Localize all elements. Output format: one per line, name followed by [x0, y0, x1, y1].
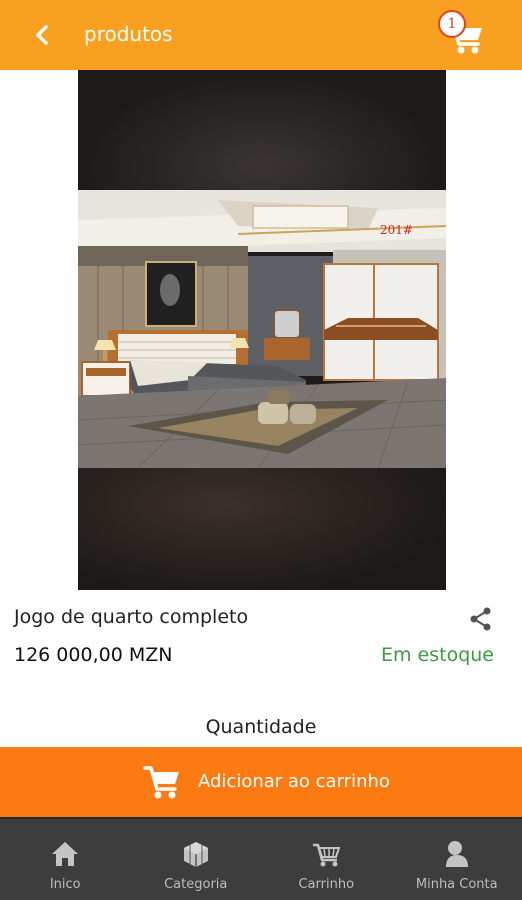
nav-item-home[interactable]: Inico	[0, 819, 131, 900]
bottom-nav: Inico Categoria Carrinho Minha Conta	[0, 817, 522, 900]
product-image: 201#	[78, 70, 446, 590]
chevron-left-icon	[36, 25, 48, 45]
share-button[interactable]	[468, 606, 494, 632]
product-name: Jogo de quarto completo	[14, 606, 249, 628]
nav-item-account[interactable]: Minha Conta	[392, 819, 522, 900]
cube-icon	[183, 842, 208, 867]
cart-count-badge: 1	[438, 10, 466, 38]
nav-item-cart[interactable]: Carrinho	[261, 819, 392, 900]
image-model-label: 201#	[380, 223, 413, 237]
cart-button[interactable]: 1	[438, 10, 488, 60]
add-to-cart-label: Adicionar ao carrinho	[198, 771, 390, 792]
nav-label-account: Minha Conta	[415, 877, 498, 892]
product-price: 126 000,00 MZN	[14, 644, 173, 666]
bedroom-photo: 201#	[78, 190, 446, 468]
home-icon	[52, 842, 79, 866]
cart-icon	[143, 766, 179, 799]
image-blur-top	[78, 70, 446, 190]
nav-label-category: Categoria	[164, 877, 228, 892]
user-icon	[445, 841, 468, 867]
app-header: produtos 1	[0, 0, 522, 70]
page-title: produtos	[84, 22, 173, 46]
quantity-label: Quantidade	[205, 716, 317, 738]
add-to-cart-button[interactable]: Adicionar ao carrinho	[0, 747, 522, 817]
image-blur-bottom	[78, 468, 446, 590]
basket-icon	[313, 843, 341, 867]
back-button[interactable]	[28, 20, 58, 50]
nav-label-cart: Carrinho	[298, 877, 355, 892]
nav-label-home: Inico	[49, 877, 81, 892]
stock-status: Em estoque	[380, 644, 494, 666]
share-icon	[470, 607, 491, 631]
nav-item-category[interactable]: Categoria	[131, 819, 262, 900]
